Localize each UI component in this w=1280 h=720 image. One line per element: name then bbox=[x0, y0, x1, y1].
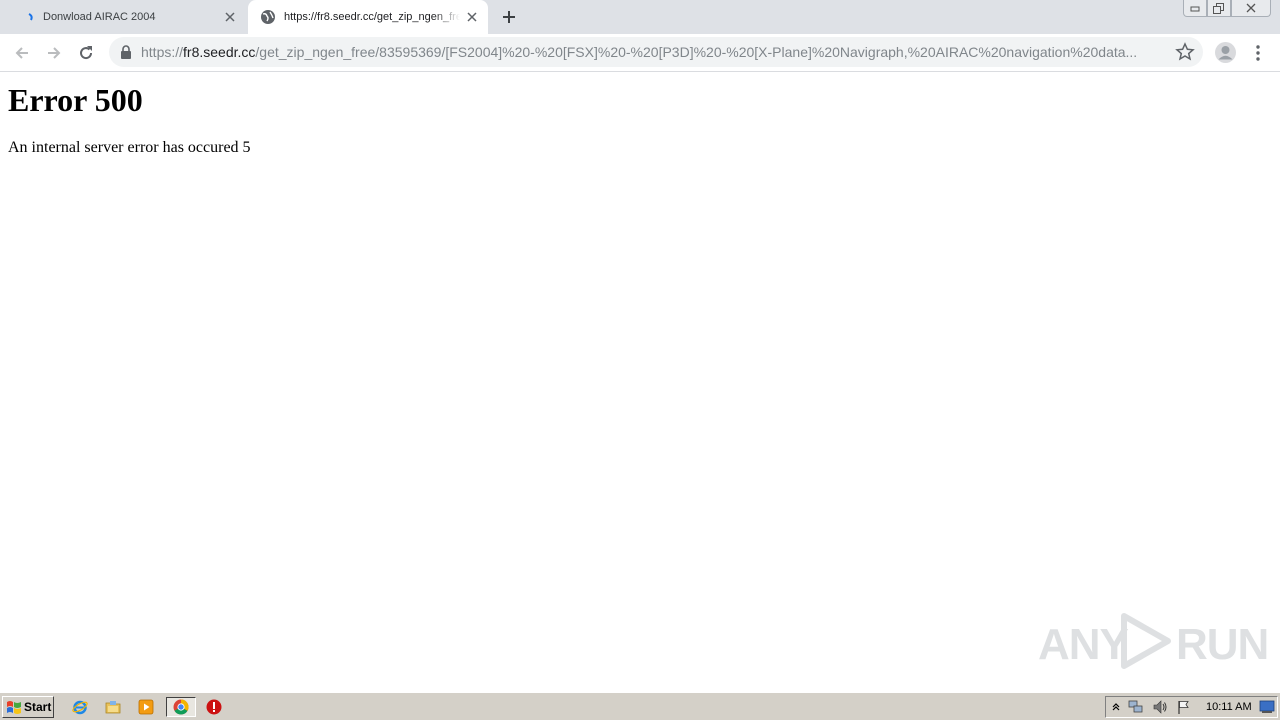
back-button[interactable] bbox=[8, 39, 36, 67]
show-desktop-icon bbox=[1259, 700, 1275, 713]
close-tab-icon[interactable] bbox=[218, 5, 242, 29]
url-scheme: https:// bbox=[141, 44, 184, 60]
windows-logo-icon bbox=[7, 701, 21, 714]
minimize-icon bbox=[1190, 6, 1200, 12]
taskbar-stop-app[interactable] bbox=[202, 697, 226, 717]
minimize-button[interactable] bbox=[1183, 0, 1207, 17]
error-heading: Error 500 bbox=[8, 82, 143, 118]
new-tab-button[interactable] bbox=[497, 5, 521, 29]
restore-icon bbox=[1213, 2, 1224, 14]
arrow-left-icon bbox=[15, 47, 28, 59]
browser-menu-button[interactable] bbox=[1250, 42, 1266, 63]
tab-strip: Donwload AIRAC 2004 https://fr8.seedr.cc… bbox=[0, 0, 1280, 34]
system-tray: 10:11 AM bbox=[1105, 696, 1278, 718]
tray-volume[interactable] bbox=[1152, 699, 1168, 715]
file-explorer-icon bbox=[105, 701, 121, 714]
tab-download-airac[interactable]: Donwload AIRAC 2004 bbox=[0, 0, 246, 34]
start-button[interactable]: Start bbox=[2, 696, 54, 718]
chrome-icon bbox=[173, 699, 189, 715]
page-content: Error 500 An internal server error has o… bbox=[0, 72, 1280, 692]
tab-seedr-error[interactable]: https://fr8.seedr.cc/get_zip_ngen_free/8… bbox=[248, 0, 488, 34]
kebab-menu-icon bbox=[1256, 44, 1260, 61]
lock-icon[interactable] bbox=[120, 45, 132, 59]
globe-icon bbox=[261, 10, 275, 24]
start-label: Start bbox=[24, 700, 52, 714]
close-tab-icon[interactable] bbox=[460, 5, 484, 29]
clock[interactable]: 10:11 AM bbox=[1206, 697, 1252, 717]
close-window-button[interactable] bbox=[1231, 0, 1271, 17]
url-text[interactable]: https://fr8.seedr.cc/get_zip_ngen_free/8… bbox=[141, 37, 1171, 67]
tab-title: Donwload AIRAC 2004 bbox=[43, 11, 156, 23]
tray-action-center[interactable] bbox=[1176, 699, 1192, 715]
windows-taskbar: Start 10:11 AM bbox=[0, 692, 1280, 720]
address-bar[interactable]: https://fr8.seedr.cc/get_zip_ngen_free/8… bbox=[109, 37, 1203, 67]
forward-button[interactable] bbox=[40, 39, 68, 67]
anyrun-watermark: ANY RUN bbox=[1036, 608, 1269, 672]
loading-favicon-icon bbox=[24, 13, 38, 21]
restore-button[interactable] bbox=[1207, 0, 1231, 17]
play-logo-icon bbox=[1121, 613, 1171, 669]
watermark-logo: RUN bbox=[1176, 620, 1269, 669]
internet-explorer-icon bbox=[72, 700, 88, 715]
taskbar-internet-explorer[interactable] bbox=[68, 697, 92, 717]
flag-icon bbox=[1178, 701, 1189, 714]
url-host: fr8.seedr.cc bbox=[183, 44, 256, 60]
network-icon bbox=[1128, 700, 1143, 713]
url-path: /get_zip_ngen_free/83595369/[FS2004]%20-… bbox=[255, 44, 1138, 60]
taskbar-file-explorer[interactable] bbox=[101, 697, 125, 717]
arrow-right-icon bbox=[48, 47, 61, 59]
reload-button[interactable] bbox=[72, 39, 100, 67]
bookmark-star-icon[interactable] bbox=[1175, 42, 1195, 62]
stop-icon bbox=[206, 699, 222, 715]
tray-network[interactable] bbox=[1128, 699, 1144, 715]
plus-icon bbox=[503, 11, 515, 23]
taskbar-media-player[interactable] bbox=[134, 697, 158, 717]
reload-icon bbox=[80, 46, 93, 60]
tab-title: https://fr8.seedr.cc/get_zip_ngen_free/8… bbox=[284, 11, 460, 23]
speaker-icon bbox=[1153, 700, 1167, 714]
taskbar-chrome[interactable] bbox=[166, 697, 196, 717]
watermark-logo: ANY bbox=[1038, 620, 1129, 669]
show-desktop-button[interactable] bbox=[1259, 699, 1275, 715]
browser-toolbar: https://fr8.seedr.cc/get_zip_ngen_free/8… bbox=[0, 34, 1280, 72]
profile-avatar-icon[interactable] bbox=[1215, 42, 1236, 63]
show-hidden-icons-button[interactable] bbox=[1108, 699, 1124, 715]
media-player-icon bbox=[138, 699, 154, 715]
chevron-up-icon bbox=[1112, 703, 1120, 711]
close-icon bbox=[1246, 3, 1256, 13]
error-message: An internal server error has occured 5 bbox=[8, 139, 251, 156]
